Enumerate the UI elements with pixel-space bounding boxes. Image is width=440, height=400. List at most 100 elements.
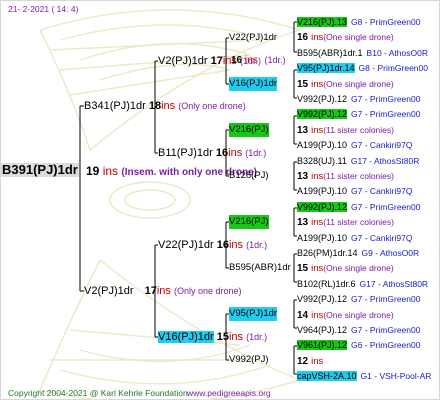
- breeder-reference[interactable]: G7 - PrimGreen00: [351, 94, 420, 104]
- queen-name[interactable]: V961(PJ).12: [297, 340, 348, 350]
- ins-note: (1dr.): [245, 148, 267, 158]
- ins-label: ins: [311, 79, 324, 90]
- gen3-node: V16(PJ)1dr 15ins (1dr.): [158, 330, 267, 344]
- breeder-reference[interactable]: G7 - Cankiri97Q: [351, 233, 412, 243]
- breeder-reference[interactable]: G7 - PrimGreen00: [351, 109, 420, 119]
- ins-label: ins: [228, 331, 244, 343]
- ins-label: ins: [102, 164, 119, 178]
- ins-count: 18: [148, 100, 162, 112]
- queen-name[interactable]: V16(PJ)1dr: [158, 331, 214, 343]
- gen5-insem-row: 13 ins(11 sister colonies): [297, 215, 394, 230]
- ins-count: 15: [297, 263, 309, 274]
- gen5-queen-row: B102(RL)1dr.6 G17 - AthosSt80R: [297, 277, 428, 291]
- queen-name[interactable]: A199(PJ).10: [297, 186, 347, 196]
- ins-count: 13: [297, 171, 309, 182]
- gen5-queen-row: V992(PJ).12 G7 - PrimGreen00: [297, 200, 420, 214]
- gen5-insem-row: 12 ins: [297, 354, 323, 369]
- breeder-reference[interactable]: G7 - PrimGreen00: [351, 202, 420, 212]
- ins-note: (11 sister colonies): [323, 125, 394, 135]
- gen4-node[interactable]: V22(PJ)1dr: [229, 31, 277, 45]
- queen-name[interactable]: B102(RL)1dr.6: [297, 279, 356, 289]
- queen-name[interactable]: B328(UJ).11: [297, 156, 347, 166]
- gen4-node[interactable]: V216(PJ): [229, 215, 269, 229]
- ins-note: (Only one drone): [173, 286, 242, 296]
- gen5-insem-row: 14 ins(One single drone): [297, 308, 394, 323]
- queen-name[interactable]: A199(PJ).10: [297, 140, 347, 150]
- ins-label: ins: [244, 55, 258, 66]
- ins-count: 16: [216, 239, 229, 251]
- breeder-reference[interactable]: G6 - PrimGreen00: [351, 340, 420, 350]
- gen4-node[interactable]: V992(PJ): [229, 353, 269, 367]
- ins-note: (One single drone): [323, 310, 394, 320]
- gen5-queen-row: B595(ABR)1dr.1 B10 - AthosO0R: [297, 46, 428, 60]
- ins-label: ins: [156, 285, 171, 297]
- ins-label: ins: [311, 171, 324, 182]
- gen4-node[interactable]: V16(PJ)1dr: [229, 77, 278, 91]
- queen-name[interactable]: capVSH-2A.10: [297, 371, 357, 381]
- ins-label: ins: [311, 356, 324, 367]
- queen-name[interactable]: B26(PM)1dr.14: [297, 248, 358, 258]
- breeder-reference[interactable]: G8 - PrimGreen00: [359, 63, 428, 73]
- ins-label: ins: [228, 239, 244, 251]
- queen-name[interactable]: V992(PJ).12: [297, 94, 347, 104]
- ins-note: (One single drone): [323, 263, 394, 273]
- gen3-node: B11(PJ)1dr 16ins (1dr.): [158, 146, 266, 160]
- ins-count: 16: [231, 55, 243, 66]
- gen5-queen-row: V992(PJ).12 G7 - PrimGreen00: [297, 107, 420, 121]
- breeder-reference[interactable]: G9 - AthosO0R: [362, 248, 420, 258]
- gen4-node[interactable]: B126(PJ): [229, 169, 269, 183]
- site-link[interactable]: www.pedigreeapis.org: [187, 386, 271, 400]
- gen5-queen-row: A199(PJ).10 G7 - Cankiri97Q: [297, 184, 412, 198]
- queen-name[interactable]: V22(PJ)1dr: [158, 239, 214, 251]
- queen-name[interactable]: A199(PJ).10: [297, 233, 347, 243]
- queen-name[interactable]: B11(PJ)1dr: [158, 147, 213, 159]
- breeder-reference[interactable]: G7 - PrimGreen00: [351, 294, 420, 304]
- breeder-reference[interactable]: G17 - AthosSt80R: [360, 279, 429, 289]
- queen-name[interactable]: V95(PJ)1dr.14: [297, 63, 355, 73]
- breeder-reference[interactable]: G7 - Cankiri97Q: [351, 140, 412, 150]
- pedigree-canvas: 21- 2-2021 ( 14: 4) Copyright 2004-2021 …: [0, 0, 440, 400]
- gen5-insem-row: 13 ins(11 sister colonies): [297, 123, 394, 138]
- gen5-queen-row: capVSH-2A.10 G1 - VSH-Pool-AR: [297, 369, 431, 383]
- ins-count: 17: [210, 55, 223, 67]
- queen-name[interactable]: V992(PJ).12: [297, 202, 348, 212]
- queen-name[interactable]: B341(PJ)1dr: [84, 100, 146, 112]
- ins-label: ins: [311, 125, 324, 136]
- queen-name[interactable]: V216(PJ).13: [297, 17, 348, 27]
- ins-count: 12: [297, 356, 309, 367]
- queen-name[interactable]: V992(PJ).12: [297, 109, 348, 119]
- root-queen-name[interactable]: B391(PJ)1dr: [1, 163, 79, 177]
- gen4-node[interactable]: V216(PJ): [229, 123, 269, 137]
- gen3-node: V22(PJ)1dr 16ins (1dr.): [158, 238, 267, 252]
- breeder-reference[interactable]: B10 - AthosO0R: [367, 48, 428, 58]
- ins-count: 15: [216, 331, 229, 343]
- gen4-node[interactable]: V95(PJ)1dr: [229, 307, 278, 321]
- ins-note: (One single drone): [323, 32, 394, 42]
- gen5-queen-row: V992(PJ).12 G7 - PrimGreen00: [297, 292, 420, 306]
- gen4-node[interactable]: B595(ABR)1dr: [229, 261, 291, 275]
- breeder-reference[interactable]: G8 - PrimGreen00: [351, 17, 420, 27]
- queen-name[interactable]: V964(PJ).12: [297, 325, 347, 335]
- queen-name[interactable]: V2(PJ)1dr: [84, 285, 134, 297]
- ins-count: 15: [297, 79, 309, 90]
- queen-name[interactable]: V2(PJ)1dr: [158, 55, 208, 67]
- ins-label: ins: [311, 263, 324, 274]
- breeder-reference[interactable]: G1 - VSH-Pool-AR: [361, 371, 432, 381]
- ins-label: ins: [311, 217, 324, 228]
- gen2-node: V2(PJ)1dr 17ins (Only one drone): [84, 284, 242, 298]
- queen-name[interactable]: V992(PJ).12: [297, 294, 347, 304]
- ins-count: 17: [144, 285, 157, 297]
- breeder-reference[interactable]: G17 - AthosSt80R: [351, 156, 420, 166]
- gen5-queen-row: V216(PJ).13 G8 - PrimGreen00: [297, 15, 420, 29]
- ins-count: 13: [297, 217, 309, 228]
- copyright-text: Copyright 2004-2021 @ Karl Kehrle Founda…: [8, 388, 188, 398]
- breeder-reference[interactable]: G7 - PrimGreen00: [351, 325, 420, 335]
- gen4-insem: 16 ins (1dr.): [231, 53, 286, 68]
- breeder-reference[interactable]: G7 - Cankiri97Q: [351, 186, 412, 196]
- gen5-insem-row: 15 ins(One single drone): [297, 261, 394, 276]
- gen2-node: B341(PJ)1dr 18ins (Only one drone): [84, 99, 246, 113]
- gen5-queen-row: A199(PJ).10 G7 - Cankiri97Q: [297, 138, 412, 152]
- queen-name[interactable]: B595(ABR)1dr.1: [297, 48, 363, 58]
- ins-note: (Only one drone): [178, 101, 246, 111]
- ins-label: ins: [311, 32, 324, 43]
